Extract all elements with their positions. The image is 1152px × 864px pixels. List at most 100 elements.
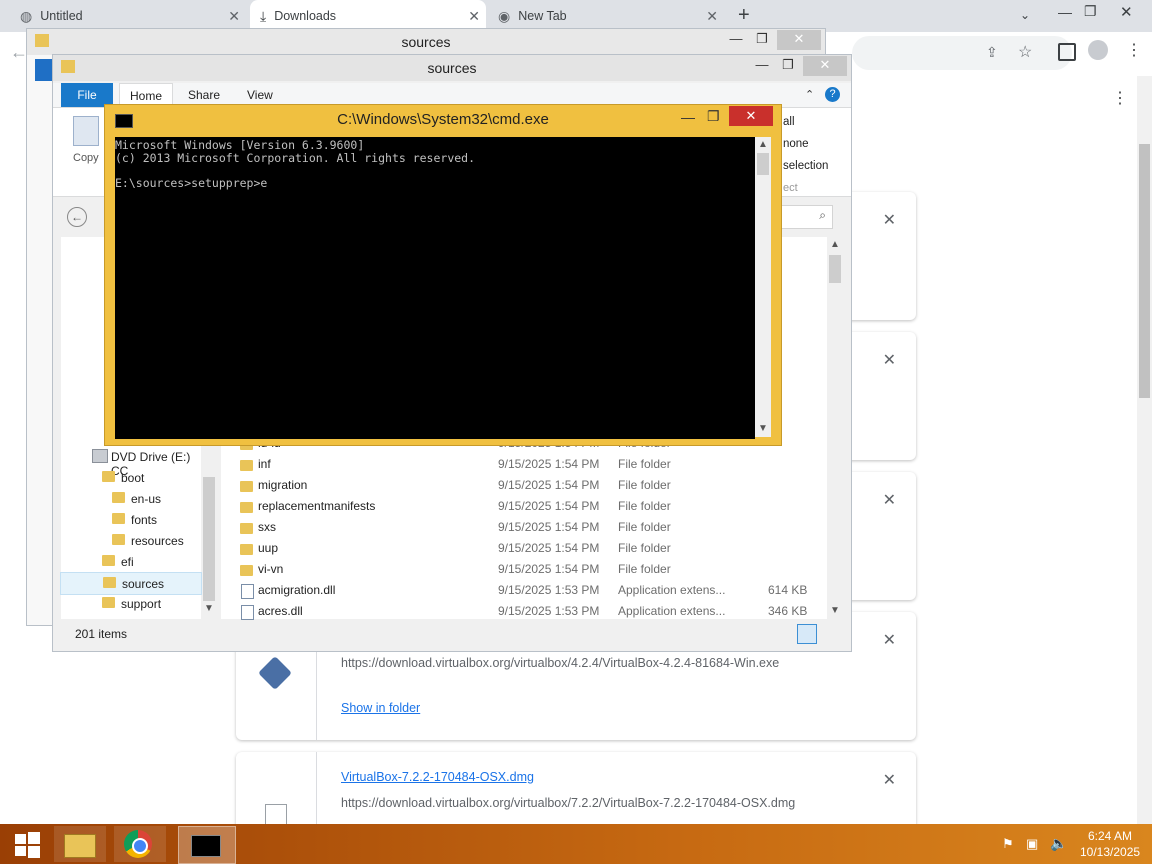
console-output[interactable]: Microsoft Windows [Version 6.3.9600] (c) … [115,137,755,439]
file-name: inf [258,457,271,471]
page-scrollbar[interactable] [1137,76,1152,824]
folder-icon [240,481,253,492]
details-view-icon[interactable] [797,624,817,644]
file-date: 9/15/2025 1:54 PM [498,541,600,555]
folder-icon [112,513,125,524]
windows-logo-icon [15,834,26,844]
tab-label: New Tab [518,9,567,23]
clock[interactable]: 6:24 AM 10/13/2025 [1080,828,1140,860]
remove-download-icon[interactable]: ✕ [883,630,896,650]
action-center-icon[interactable]: ⚑ [1002,836,1014,852]
folder-icon [240,544,253,555]
tree-item-boot[interactable]: boot [60,467,200,488]
tree-item-en-us[interactable]: en-us [60,488,200,509]
tree-item-efi[interactable]: efi [60,551,200,572]
remove-download-icon[interactable]: ✕ [883,490,896,510]
minimize-button[interactable]: — [749,56,775,76]
close-button[interactable]: ✕ [729,106,773,126]
tree-item-dvd-drive[interactable]: DVD Drive (E:) CC [60,446,200,478]
dvd-drive-icon [92,449,108,463]
file-row[interactable]: vi-vn 9/15/2025 1:54 PM File folder [240,562,830,583]
file-row[interactable]: sxs 9/15/2025 1:54 PM File folder [240,520,830,541]
more-actions-icon[interactable]: ⋮ [1112,88,1128,108]
close-button[interactable]: ✕ [777,30,821,50]
remove-download-icon[interactable]: ✕ [883,350,896,370]
omnibox[interactable] [852,36,1072,70]
scroll-down-icon[interactable]: ▼ [830,605,840,616]
maximize-button[interactable]: ❐ [749,30,775,50]
network-icon[interactable]: ▣ [1026,836,1038,852]
file-type: File folder [618,562,671,576]
volume-icon[interactable]: 🔈 [1050,835,1067,852]
file-row[interactable]: uup 9/15/2025 1:54 PM File folder [240,541,830,562]
file-row[interactable]: migration 9/15/2025 1:54 PM File folder [240,478,830,499]
close-button[interactable]: ✕ [803,56,847,76]
select-all-button[interactable]: all [783,116,795,128]
download-filename-link[interactable]: VirtualBox-7.2.2-170484-OSX.dmg [341,770,534,784]
minimize-button[interactable]: — [681,109,695,125]
help-icon[interactable]: ? [825,87,840,102]
scrollbar-thumb[interactable] [757,153,769,175]
file-row[interactable]: inf 9/15/2025 1:54 PM File folder [240,457,830,478]
restore-button[interactable]: ❐ [1084,3,1097,20]
tree-item-support[interactable]: support [60,593,200,614]
cmd-window: C:\Windows\System32\cmd.exe — ❐ ✕ Micros… [104,104,782,446]
large-icons-view-icon[interactable] [821,624,839,642]
download-icon: ⤓ [260,7,267,24]
maximize-button[interactable]: ❐ [707,108,720,125]
new-tab-button[interactable]: + [738,4,750,27]
remove-download-icon[interactable]: ✕ [883,770,896,790]
chrome-icon-center [132,838,148,854]
tree-label: en-us [131,492,162,506]
chrome-icon: ◉ [498,7,511,24]
file-row[interactable]: acmigration.dll 9/15/2025 1:53 PM Applic… [240,583,830,604]
remove-download-icon[interactable]: ✕ [883,210,896,230]
minimize-button[interactable]: — [1058,4,1072,20]
scrollbar-thumb[interactable] [1139,144,1150,398]
tree-item-resources[interactable]: resources [60,530,200,551]
file-row[interactable]: acres.dll 9/15/2025 1:53 PM Application … [240,604,830,625]
minimize-button[interactable]: — [723,30,749,50]
tree-item-fonts[interactable]: fonts [60,509,200,530]
file-type: File folder [618,457,671,471]
scroll-up-icon[interactable]: ▲ [830,239,840,250]
back-icon[interactable]: ← [67,207,87,227]
share-icon[interactable]: ⇪ [986,44,998,61]
file-row[interactable]: replacementmanifests 9/15/2025 1:54 PM F… [240,499,830,520]
collapse-ribbon-icon[interactable]: ⌃ [805,88,814,101]
close-tab-icon[interactable]: ✕ [228,8,240,25]
scrollbar-thumb[interactable] [829,255,841,283]
tree-item-sources[interactable]: sources [60,572,202,595]
folder-icon [240,565,253,576]
side-panel-icon[interactable] [1058,43,1076,61]
scroll-down-icon[interactable]: ▼ [204,603,214,614]
copy-icon[interactable] [73,116,99,146]
maximize-button[interactable]: ❐ [775,56,801,76]
menu-icon[interactable]: ⋮ [1126,40,1142,60]
star-icon[interactable]: ☆ [1018,42,1032,62]
scrollbar-thumb[interactable] [203,477,215,601]
taskbar-file-explorer[interactable] [54,826,106,862]
globe-icon: ◍ [20,7,33,24]
file-name: sxs [258,520,276,534]
taskbar-chrome[interactable] [114,826,166,862]
start-button[interactable] [2,826,54,862]
close-tab-icon[interactable]: ✕ [468,8,480,25]
tab-search-icon[interactable]: ⌄ [1020,8,1030,22]
avatar[interactable] [1088,40,1108,60]
file-size: 614 KB [768,583,808,597]
window-title: C:\Windows\System32\cmd.exe [337,111,549,128]
scroll-down-icon[interactable]: ▼ [758,423,768,434]
scroll-up-icon[interactable]: ▲ [758,139,768,150]
file-date: 9/15/2025 1:54 PM [498,520,600,534]
close-tab-icon[interactable]: ✕ [706,8,718,25]
close-window-button[interactable]: ✕ [1120,3,1133,21]
tree-label: sources [122,577,165,591]
taskbar: ⚑ ▣ 🔈 6:24 AM 10/13/2025 [0,824,1152,864]
file-type: Application extens... [618,583,726,597]
console-scrollbar[interactable]: ▲ ▼ [755,137,771,437]
invert-selection-button[interactable]: selection [783,160,828,172]
taskbar-cmd[interactable] [178,826,236,864]
select-none-button[interactable]: none [783,138,809,150]
show-in-folder-link[interactable]: Show in folder [341,701,420,715]
